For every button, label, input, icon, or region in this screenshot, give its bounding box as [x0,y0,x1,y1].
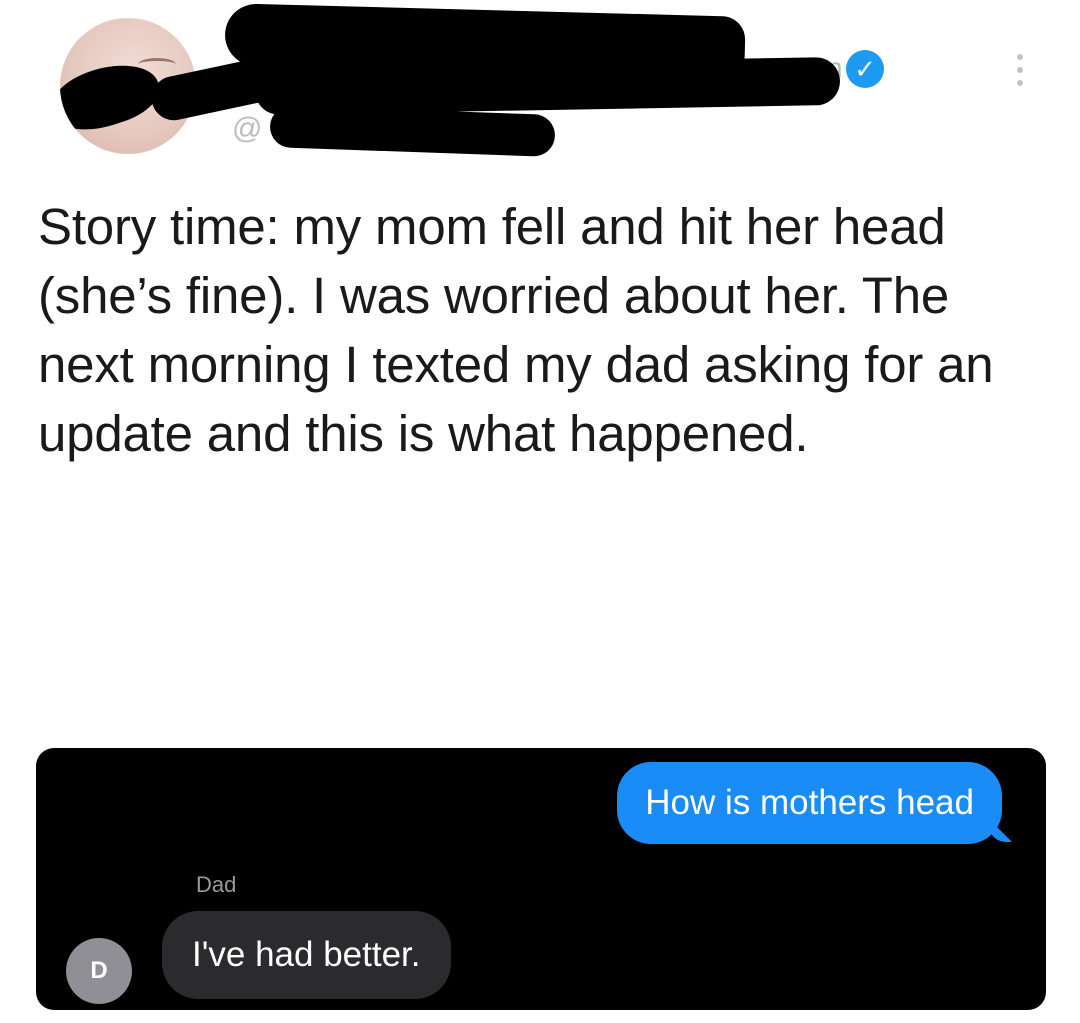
handle-redaction [269,105,556,157]
contact-avatar: D [66,938,132,1004]
sender-name-label: Dad [196,872,237,897]
more-options-icon[interactable] [1000,40,1040,100]
name-redaction-main [254,56,841,116]
tweet-text: Story time: my mom fell and hit her head… [38,198,994,462]
author-handle-fragment[interactable]: @ [232,112,262,146]
more-dot [1017,67,1023,73]
more-dot [1017,54,1023,60]
verified-badge-icon: ✓ [846,50,884,88]
sent-message-bubble: How is mothers head [617,762,1002,844]
message-screenshot: How is mothers head Dad D I've had bette… [36,748,1046,1010]
more-dot [1017,80,1023,86]
received-message-bubble: I've had better. [162,911,451,999]
